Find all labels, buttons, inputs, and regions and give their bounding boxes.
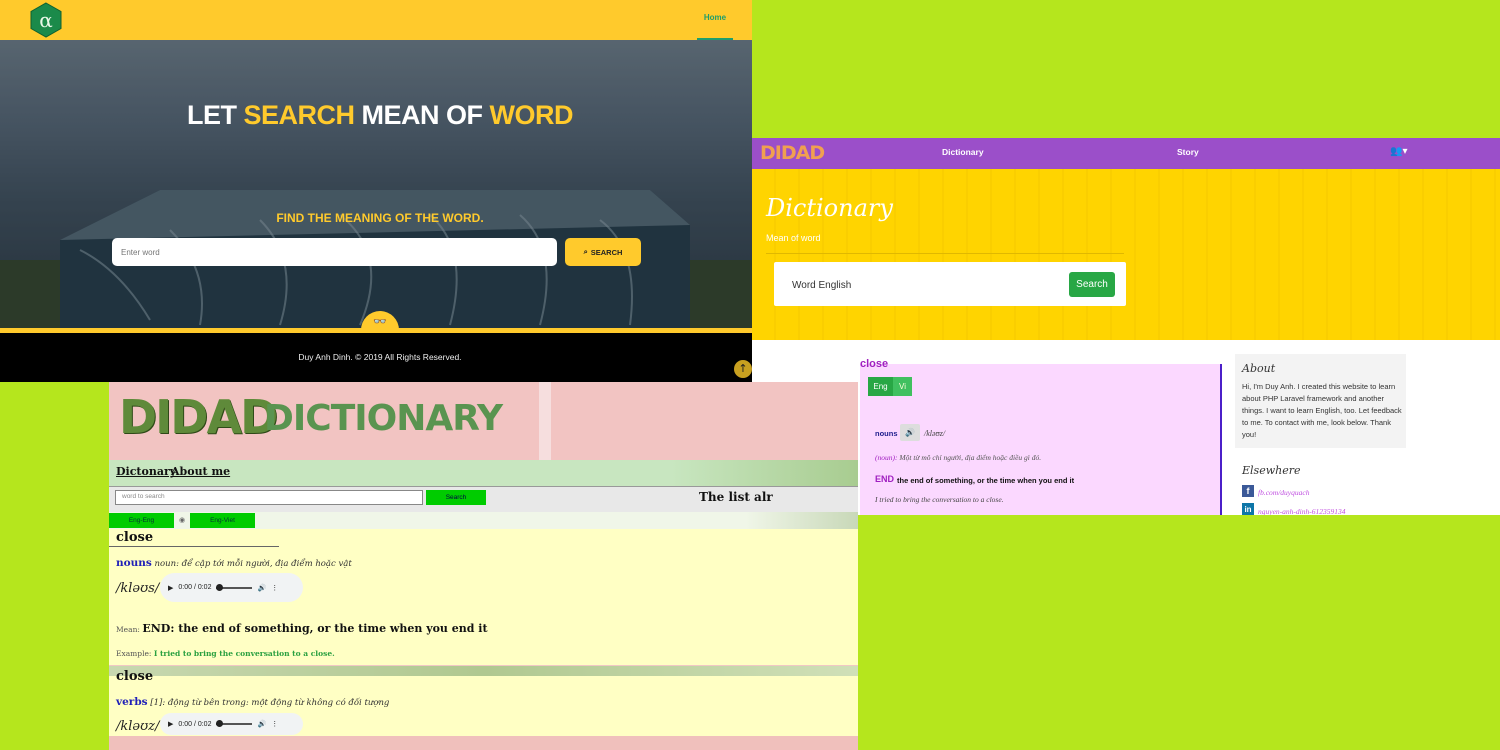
- search-button[interactable]: Search: [1069, 272, 1115, 297]
- word-search-input[interactable]: [112, 238, 557, 266]
- linkedin-link[interactable]: nguyen-anh-dinh-612359134: [1258, 507, 1345, 515]
- pronunciation: /kləʊz/: [924, 429, 946, 438]
- volume-icon[interactable]: 🔊: [257, 584, 266, 592]
- page-bottom: [109, 736, 858, 750]
- nav-dictionary-link[interactable]: Dictonary: [116, 465, 176, 478]
- svg-text:α: α: [39, 8, 53, 32]
- search-input[interactable]: Word English: [792, 280, 851, 291]
- more-icon[interactable]: ⋮: [271, 720, 278, 728]
- facebook-icon[interactable]: f: [1242, 485, 1254, 497]
- vi-text: Một từ mô chỉ người, địa điểm hoặc điều …: [897, 453, 1042, 462]
- divider: [766, 253, 1124, 254]
- page-title: Dictionary: [766, 194, 893, 222]
- entry-meaning-line: Mean: END: the end of something, or the …: [116, 617, 488, 636]
- entry-pos-line: verbs [1]: động từ bên trong: một động t…: [116, 690, 389, 709]
- headline-part: MEAN OF: [354, 100, 490, 130]
- search-button[interactable]: ⌕ SEARCH: [565, 238, 641, 266]
- copyright-text: Duy Anh Dinh. © 2019 All Rights Reserved…: [298, 352, 462, 362]
- audio-time: 0:00 / 0:02: [178, 584, 212, 591]
- dictionary-wordmark: DICTIONARY: [264, 398, 503, 439]
- part-of-speech: nouns: [875, 429, 898, 438]
- didad-logo[interactable]: DIDAD: [119, 390, 278, 444]
- nav-home-link[interactable]: Home: [697, 13, 733, 22]
- vietnamese-meaning: (noun): Một từ mô chỉ người, địa điểm ho…: [875, 453, 1041, 462]
- hero-headline: LET SEARCH MEAN OF WORD: [0, 100, 752, 131]
- arrow-up-icon[interactable]: ↑: [734, 360, 752, 378]
- vi-label: (noun):: [875, 453, 898, 462]
- example-label: Example:: [116, 649, 154, 658]
- users-dropdown-icon[interactable]: 👥▾: [1390, 146, 1407, 157]
- hero-background: [0, 40, 752, 330]
- mean-text: END: the end of something, or the time w…: [142, 622, 488, 635]
- definition-keyword: END: [875, 474, 895, 484]
- top-navbar: [752, 138, 1500, 169]
- entry-word: close: [116, 530, 154, 545]
- building-illustration: [0, 40, 752, 330]
- audio-player[interactable]: ▶ 0:00 / 0:02 🔊 ⋮: [160, 573, 303, 602]
- play-icon[interactable]: ▶: [168, 584, 173, 592]
- nav-story-link[interactable]: Story: [1177, 147, 1199, 157]
- entry-separator: [109, 666, 858, 676]
- entry-word: close: [116, 669, 154, 684]
- page-subtitle: Mean of word: [766, 233, 821, 243]
- facebook-link[interactable]: fb.com/duyquach: [1258, 488, 1309, 497]
- example-text: I tried to bring the conversation to a c…: [875, 495, 1004, 504]
- word-underline: [109, 546, 279, 547]
- entry-ipa: /kləʊz/: [116, 719, 160, 734]
- definition-text: the end of something, or the time when y…: [897, 476, 1075, 485]
- volume-icon[interactable]: 🔊: [257, 720, 266, 728]
- entry-example-line: Example: I tried to bring the conversati…: [116, 641, 335, 660]
- search-icon: ⌕: [583, 247, 588, 256]
- retro-dictionary-screenshot: DIDAD DICTIONARY Dictonary About me word…: [109, 382, 858, 750]
- alpha-logo-icon[interactable]: α: [28, 2, 64, 38]
- entry-pos: nouns: [116, 557, 152, 569]
- more-icon[interactable]: ⋮: [271, 584, 278, 592]
- tab-eng[interactable]: Eng: [868, 377, 893, 396]
- headline-highlight: SEARCH: [243, 100, 356, 130]
- entry-vi-meaning: [1]: động từ bên trong: một động từ khôn…: [147, 698, 390, 708]
- banner-stripe: [539, 382, 551, 460]
- play-icon[interactable]: ▶: [168, 720, 173, 728]
- entry-ipa: /kləʊs/: [116, 581, 160, 596]
- nav-about-link[interactable]: About me: [171, 465, 230, 478]
- lang-eng-viet-button[interactable]: Eng-Viet: [190, 513, 255, 528]
- headline-part: LET: [187, 100, 244, 130]
- nav-dictionary-link[interactable]: Dictionary: [942, 147, 984, 157]
- tab-vi[interactable]: Vi: [893, 377, 912, 396]
- speaker-icon[interactable]: 🔊: [900, 424, 920, 441]
- purple-dictionary-screenshot: DIDAD Dictionary Story 👥▾ Dictionary Mea…: [752, 138, 1500, 515]
- about-text: Hi, I'm Duy Anh. I created this website …: [1242, 382, 1402, 439]
- result-word: close: [860, 358, 889, 370]
- audio-seek-bar[interactable]: [216, 583, 253, 591]
- elsewhere-title: Elsewhere: [1242, 464, 1301, 477]
- search-button-label: SEARCH: [590, 247, 623, 257]
- audio-time: 0:00 / 0:02: [178, 720, 212, 728]
- about-title: About: [1242, 362, 1276, 375]
- audio-seek-bar[interactable]: [216, 720, 253, 727]
- hero-search-screenshot: α Home LET SEARCH MEAN OF WORD FIND THE …: [0, 0, 752, 382]
- headline-highlight: WORD: [489, 100, 574, 130]
- search-button[interactable]: Search: [426, 490, 486, 505]
- mean-label: Mean:: [116, 625, 143, 634]
- linkedin-icon[interactable]: in: [1242, 503, 1254, 515]
- entry-pos: verbs: [116, 696, 148, 708]
- lang-eng-eng-button[interactable]: Eng-Eng: [109, 513, 174, 528]
- entry-pos-line: nouns noun: để cập tới mỗi người, địa đi…: [116, 551, 352, 570]
- list-heading: The list alr: [699, 490, 773, 504]
- didad-logo[interactable]: DIDAD: [760, 142, 825, 164]
- audio-player[interactable]: ▶ 0:00 / 0:02 🔊 ⋮: [160, 713, 303, 735]
- entry-vi-meaning: noun: để cập tới mỗi người, địa điểm hoặ…: [151, 559, 352, 569]
- top-navbar: [0, 0, 752, 40]
- example-text: I tried to bring the conversation to a c…: [153, 649, 335, 658]
- radio-icon[interactable]: ◉: [177, 513, 187, 528]
- search-input[interactable]: word to search: [115, 490, 423, 505]
- hero-subtitle: FIND THE MEANING OF THE WORD.: [276, 211, 484, 225]
